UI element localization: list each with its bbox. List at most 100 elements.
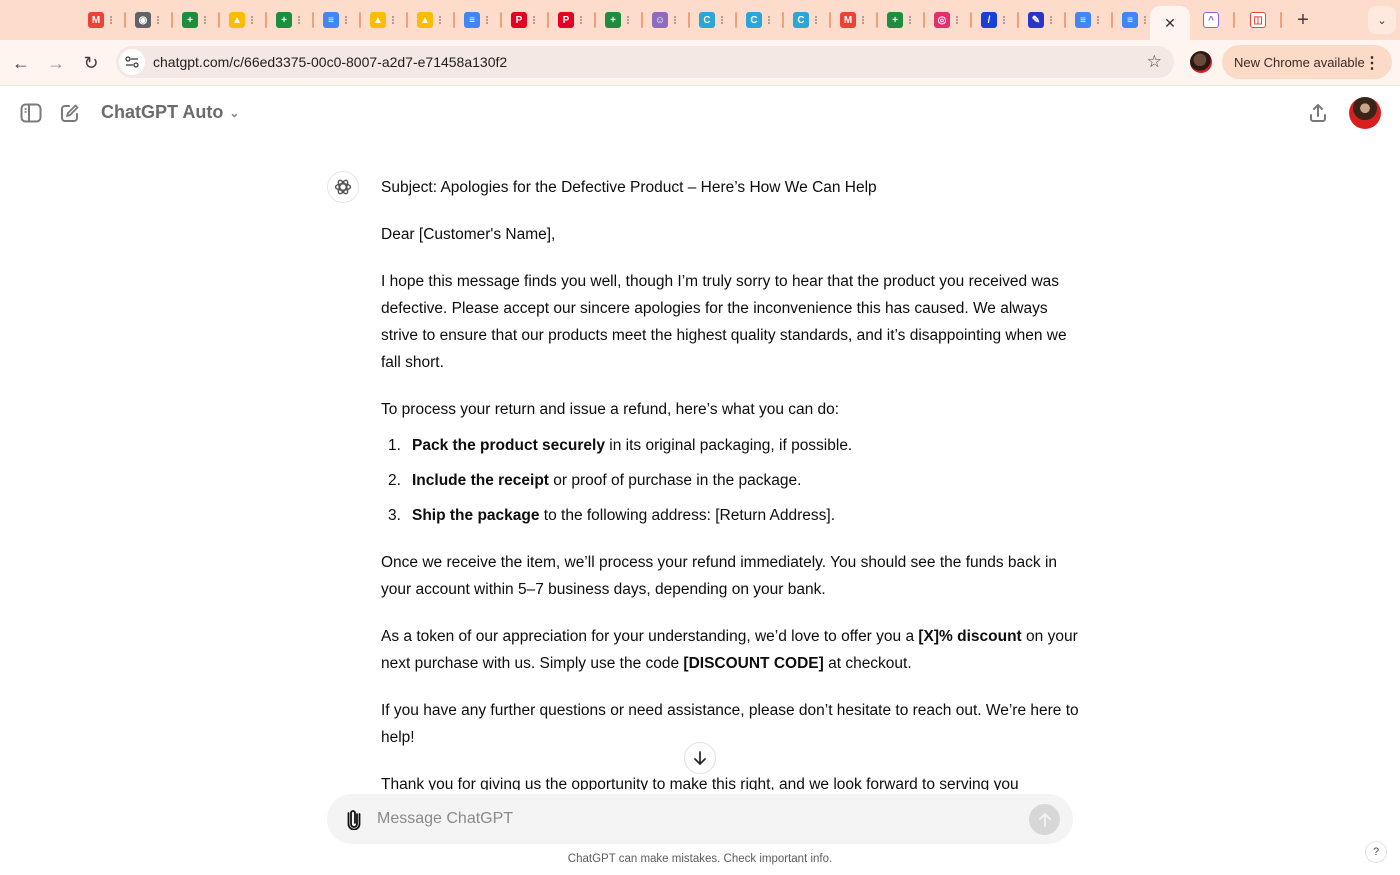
browser-tab[interactable]: ▲ (417, 8, 441, 32)
tab-separator-dots (439, 16, 441, 24)
bookmark-star-icon[interactable]: ☆ (1147, 52, 1162, 72)
discount-code-bold: [DISCOUNT CODE] (683, 655, 824, 672)
new-chrome-available-button[interactable]: New Chrome available ⋮ (1222, 45, 1392, 79)
tab-divider (594, 12, 596, 28)
browser-tab[interactable]: ≡ (323, 8, 347, 32)
active-tab[interactable]: ✕ (1150, 6, 1190, 40)
model-selector[interactable]: ChatGPT Auto ⌄ (101, 102, 239, 123)
kebab-menu-icon[interactable]: ⋮ (1364, 53, 1380, 73)
browser-tab[interactable]: P (511, 8, 535, 32)
tab-divider (782, 12, 784, 28)
browser-tab[interactable]: C (699, 8, 723, 32)
chrome-profile-avatar[interactable] (1190, 51, 1212, 73)
email-paragraph: If you have any further questions or nee… (381, 702, 1079, 746)
step-text: or proof of purchase in the package. (548, 472, 802, 489)
sheets-icon: + (276, 12, 292, 28)
tab-separator-dots (298, 16, 300, 24)
sidebar-icon (20, 103, 42, 123)
browser-tab[interactable]: / (981, 8, 1005, 32)
tab-separator-dots (862, 16, 864, 24)
message-input[interactable] (377, 810, 997, 828)
tab-separator-dots (110, 16, 112, 24)
browser-tab[interactable]: + (887, 8, 911, 32)
tab-separator-dots (204, 16, 206, 24)
list-item: 1. Pack the product securely in its origi… (381, 432, 1081, 459)
email-paragraph: To process your return and issue a refun… (381, 401, 840, 418)
chatgpt-logo-icon (327, 171, 359, 203)
browser-tab[interactable]: ▲ (229, 8, 253, 32)
tab-divider (1017, 12, 1019, 28)
browser-tab[interactable]: C (793, 8, 817, 32)
list-item: 2. Include the receipt or proof of purcha… (381, 467, 1081, 494)
gmail-icon: M (840, 12, 856, 28)
clickup-icon: ^ (1203, 12, 1219, 28)
arrow-right-icon: → (47, 52, 65, 73)
docs-icon: ≡ (1122, 12, 1138, 28)
user-avatar[interactable] (1349, 97, 1381, 129)
browser-tab[interactable]: ▲ (370, 8, 394, 32)
step-bold: Pack the product securely (412, 437, 605, 454)
browser-tab[interactable]: M (88, 8, 112, 32)
browser-tab[interactable]: + (276, 8, 300, 32)
forward-button[interactable]: → (43, 50, 69, 76)
tab-separator-dots (721, 16, 723, 24)
text-run: As a token of our appreciation for your … (381, 628, 919, 645)
browser-tab[interactable]: ◎ (934, 8, 958, 32)
tab-separator-dots (909, 16, 911, 24)
browser-tab[interactable]: P (558, 8, 582, 32)
browser-tab[interactable]: ≡ (464, 8, 488, 32)
address-bar[interactable]: chatgpt.com/c/66ed3375-00c0-8007-a2d7-e7… (116, 46, 1174, 78)
tab-separator-dots (1097, 16, 1099, 24)
sidebar-toggle-button[interactable] (18, 100, 44, 126)
site-settings-icon[interactable] (119, 49, 145, 75)
tab-separator-dots (486, 16, 488, 24)
tab-divider (735, 12, 737, 28)
discount-bold: [X]% discount (918, 628, 1022, 645)
browser-tab-strip: M ◉ + ▲ + ≡ ▲ ▲ ≡ P P + ☺ C C C M + ◎ / ✎ ≡ ≡ ✕ ^ ◫ + ⌄ (0, 0, 1400, 40)
chevron-down-icon: ⌄ (229, 105, 240, 120)
chat-header: ChatGPT Auto ⌄ (0, 86, 1400, 140)
instagram-icon: ◎ (934, 12, 950, 28)
model-label: ChatGPT Auto (101, 102, 224, 122)
browser-tab[interactable]: ◫ (1250, 8, 1266, 32)
paperclip-icon (347, 810, 361, 830)
reload-icon: ↻ (83, 52, 99, 73)
tab-separator-dots (1003, 16, 1005, 24)
browser-tab[interactable]: ✎ (1028, 8, 1052, 32)
browser-tab[interactable]: C (746, 8, 770, 32)
tab-divider (265, 12, 267, 28)
tab-search-button[interactable]: ⌄ (1368, 6, 1396, 34)
gmail-icon: M (88, 12, 104, 28)
share-button[interactable] (1305, 100, 1331, 126)
help-button[interactable]: ? (1365, 841, 1387, 863)
close-tab-icon[interactable]: ✕ (1164, 15, 1176, 32)
browser-tab[interactable]: + (182, 8, 206, 32)
message-composer (327, 794, 1073, 844)
back-button[interactable]: ← (8, 50, 34, 76)
browser-tab[interactable]: ☺ (652, 8, 676, 32)
new-chat-button[interactable] (57, 100, 83, 126)
browser-tab[interactable]: ◉ (135, 8, 159, 32)
arrow-down-icon (694, 751, 706, 765)
scroll-to-bottom-button[interactable] (684, 742, 716, 774)
browser-tab[interactable]: + (605, 8, 629, 32)
tab-separator-dots (157, 16, 159, 24)
url-text[interactable]: chatgpt.com/c/66ed3375-00c0-8007-a2d7-e7… (153, 54, 507, 70)
send-button[interactable] (1029, 804, 1060, 835)
reload-button[interactable]: ↻ (78, 50, 104, 76)
attach-button[interactable] (343, 808, 365, 830)
browser-tab[interactable]: ^ (1203, 8, 1219, 32)
browser-tab[interactable]: ≡ (1075, 8, 1099, 32)
drive-icon: ▲ (229, 12, 245, 28)
tab-divider (688, 12, 690, 28)
docs-icon: ≡ (323, 12, 339, 28)
browser-tab[interactable]: ≡ (1122, 8, 1146, 32)
list-number: 2. (388, 472, 401, 489)
tab-divider (171, 12, 173, 28)
tab-divider (218, 12, 220, 28)
email-subject: Subject: Apologies for the Defective Pro… (381, 179, 877, 196)
list-item: 3. Ship the package to the following addr… (381, 502, 1081, 529)
text-run: at checkout. (823, 655, 912, 672)
new-tab-button[interactable]: + (1293, 8, 1313, 32)
browser-tab[interactable]: M (840, 8, 864, 32)
